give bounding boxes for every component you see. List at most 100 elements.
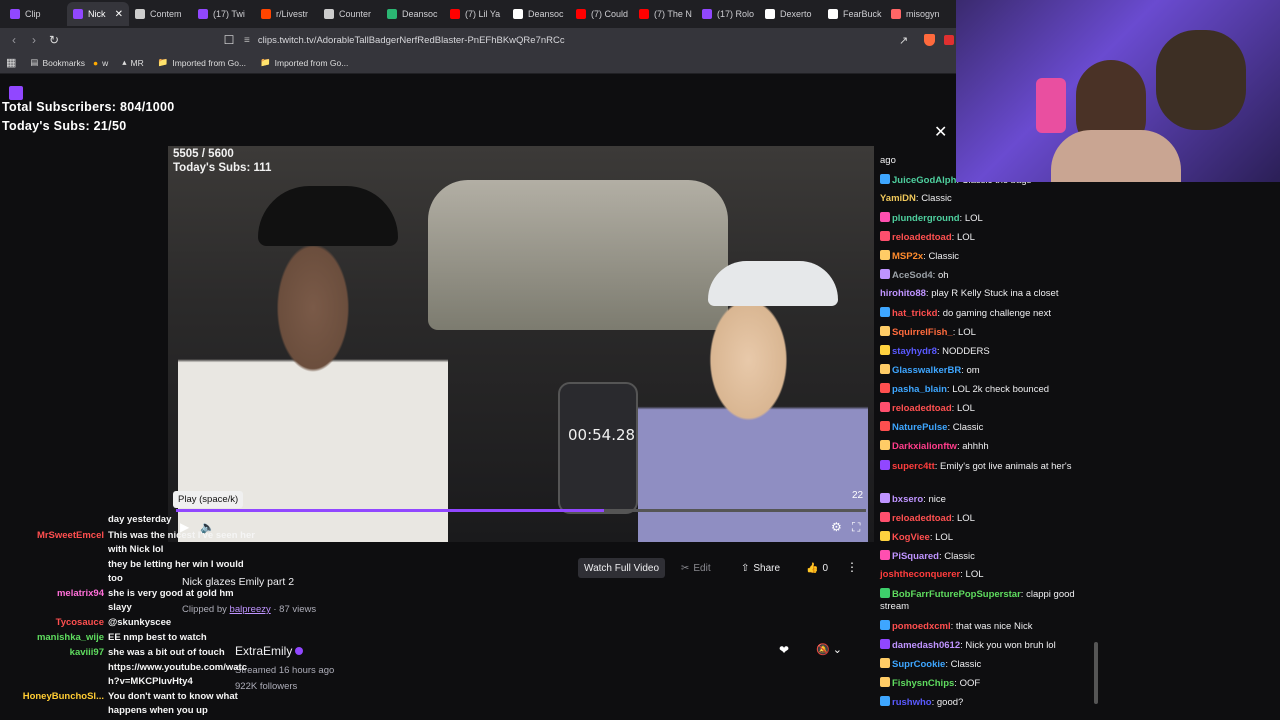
channel-name[interactable]: ExtraEmily <box>235 644 304 658</box>
chat-username[interactable]: bxsero <box>892 494 923 505</box>
chat-username[interactable]: rushwho <box>892 697 932 708</box>
chat-text: Classic <box>944 551 975 562</box>
apps-grid-icon[interactable]: ▦ <box>6 56 16 69</box>
tab-favicon-icon <box>765 9 775 19</box>
chat-username[interactable]: FishysnChips <box>892 678 954 689</box>
chat-username[interactable]: BobFarrFuturePopSuperstar <box>892 589 1021 600</box>
w-icon: ● <box>92 57 99 68</box>
chat-username[interactable]: reloadedtoad <box>892 232 952 243</box>
url-field[interactable]: ≡ clips.twitch.tv/AdorableTallBadgerNerf… <box>244 30 944 50</box>
tab-favicon-icon <box>387 9 397 19</box>
chat-username[interactable]: pomoedxcml <box>892 621 951 632</box>
chat-username[interactable]: plunderground <box>892 213 960 224</box>
chat-username[interactable]: JuiceGodAlph <box>892 175 956 186</box>
bookmark-item[interactable]: ▤ Bookmarks <box>30 57 85 68</box>
streamed-time: Streamed 16 hours ago <box>235 665 335 676</box>
chat-username[interactable]: pasha_blain <box>892 384 947 395</box>
browser-tab[interactable]: (7) The N <box>633 2 696 26</box>
bookmark-star-icon[interactable]: ☐ <box>219 33 239 47</box>
browser-tab[interactable]: Counter <box>318 2 381 26</box>
follow-heart-icon[interactable]: ❤ <box>779 643 789 657</box>
extension-icon[interactable] <box>944 35 954 45</box>
bookmark-folder[interactable]: 📁 Imported from Go... <box>158 57 246 68</box>
browser-tab[interactable]: r/Livestr <box>255 2 318 26</box>
edit-button[interactable]: ✂ Edit <box>681 559 711 577</box>
notifications-toggle[interactable]: 🔕 ⌄ <box>816 643 842 656</box>
chat-username[interactable]: superc4tt <box>892 461 935 472</box>
chat-message: pasha_blain: LOL 2k check bounced <box>880 383 1098 396</box>
browser-tab[interactable]: FearBuck <box>822 2 885 26</box>
folder-icon: 📁 <box>260 57 271 67</box>
tab-label: (7) Lil Ya <box>465 9 501 19</box>
tab-favicon-icon <box>702 9 712 19</box>
video-todays-subs: Today's Subs: 111 <box>173 162 272 174</box>
chat-username[interactable]: AceSod4 <box>892 270 933 281</box>
browser-tab[interactable]: (17) Twi <box>192 2 255 26</box>
more-options-icon[interactable]: ⋮ <box>846 560 858 574</box>
chat-message: KogViee: LOL <box>880 531 1098 544</box>
browser-tab[interactable]: Deansoc <box>507 2 570 26</box>
share-button[interactable]: ⇧ Share <box>741 559 780 577</box>
back-icon[interactable]: ‹ <box>4 33 24 47</box>
tab-close-icon[interactable]: ✕ <box>115 9 123 20</box>
chat-message: pomoedxcml: that was nice Nick <box>880 620 1098 633</box>
video-player[interactable]: 00:54.28 5505 / 5600 Today's Subs: 111 <box>168 146 874 542</box>
chat-message: MSP2x: Classic <box>880 250 1098 263</box>
brave-shield-icon[interactable] <box>924 34 935 46</box>
watch-full-video-button[interactable]: Watch Full Video <box>578 558 666 578</box>
chat-scrollbar[interactable] <box>1094 642 1098 704</box>
chat-username[interactable]: Darkxialionftw <box>892 441 957 452</box>
chat-username[interactable]: KogViee <box>892 532 930 543</box>
chat-username[interactable]: reloadedtoad <box>892 513 952 524</box>
chat-message: reloadedtoad: LOL <box>880 512 1098 525</box>
video-cap-right <box>708 261 838 306</box>
chat-username[interactable]: hirohito88 <box>880 288 926 299</box>
chat-username[interactable]: SquirrelFish_ <box>892 327 953 338</box>
like-button[interactable]: 👍 0 <box>806 559 828 577</box>
chat-username[interactable]: reloadedtoad <box>892 403 952 414</box>
settings-gear-icon[interactable]: ⚙ <box>831 520 842 534</box>
browser-tab[interactable]: (17) Rolo <box>696 2 759 26</box>
bookmark-item[interactable]: ● w <box>93 58 108 68</box>
browser-tab[interactable]: Dexerto <box>759 2 822 26</box>
chat-text: ago <box>880 155 896 166</box>
site-info-icon[interactable]: ≡ <box>244 35 250 46</box>
fullscreen-icon[interactable]: ⛶ <box>852 520 860 535</box>
chat-message: Darkxialionftw: ahhhh <box>880 440 1098 453</box>
reload-icon[interactable]: ↻ <box>44 33 64 47</box>
overlay-chat-text: too <box>108 573 123 584</box>
browser-tab[interactable]: Contem <box>129 2 192 26</box>
overlay-chat-username: kaviii97 <box>69 647 104 658</box>
browser-tab[interactable]: (7) Lil Ya <box>444 2 507 26</box>
browser-tab[interactable]: Deansoc <box>381 2 444 26</box>
bookmark-item[interactable]: ▴ MR <box>122 57 144 68</box>
browser-tab[interactable]: misogyn <box>885 2 948 26</box>
clipper-link[interactable]: balpreezy <box>230 604 271 615</box>
chat-username[interactable]: GlasswalkerBR <box>892 365 961 376</box>
chat-username[interactable]: NaturePulse <box>892 422 947 433</box>
chat-text: Classic <box>921 193 952 204</box>
chat-username[interactable]: SuprCookie <box>892 659 945 670</box>
overlay-chat-text: This was the nicest I've seen her <box>108 530 255 541</box>
chat-username[interactable]: damedash0612 <box>892 640 960 651</box>
browser-tab[interactable]: Nick ✕ <box>67 2 129 26</box>
browser-tab[interactable]: Clip <box>4 2 67 26</box>
chat-username[interactable]: stayhydr8 <box>892 346 937 357</box>
browser-tab[interactable]: (7) Could <box>570 2 633 26</box>
chat-username[interactable]: hat_trickd <box>892 308 937 319</box>
video-progress-bar[interactable] <box>176 509 866 512</box>
close-icon[interactable]: ✕ <box>934 122 947 142</box>
chat-username[interactable]: PiSquared <box>892 551 939 562</box>
forward-icon[interactable]: › <box>24 33 44 47</box>
tab-favicon-icon <box>198 9 208 19</box>
chat-username[interactable]: MSP2x <box>892 251 923 262</box>
bookmarks-bar: ▦ ▤ Bookmarks ● w ▴ MR 📁 Imported from Go...… <box>0 52 956 74</box>
webcam-body <box>1051 130 1181 182</box>
tab-label: FearBuck <box>843 9 882 19</box>
bookmark-folder[interactable]: 📁 Imported from Go... <box>260 57 348 68</box>
clip-title: Nick glazes Emily part 2 <box>182 576 295 588</box>
chat-username[interactable]: joshtheconquerer <box>880 569 960 580</box>
share-icon[interactable]: ↗ <box>899 34 908 47</box>
bell-off-icon: 🔕 <box>816 644 830 656</box>
chat-username[interactable]: YamiDN <box>880 193 916 204</box>
